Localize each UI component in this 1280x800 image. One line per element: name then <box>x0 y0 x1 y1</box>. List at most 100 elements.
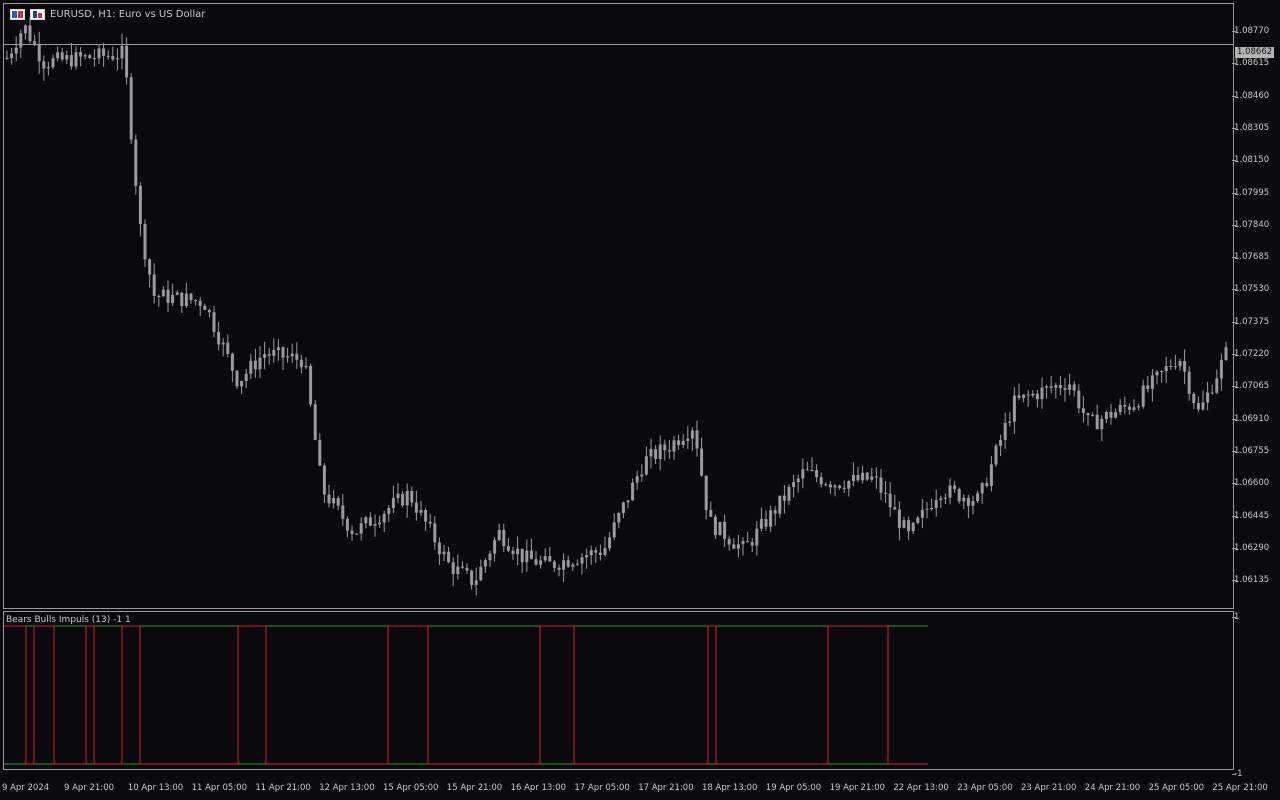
candle-body <box>580 557 584 564</box>
candle-body <box>520 548 524 563</box>
candle-body <box>511 550 515 555</box>
time-axis-tick: 17 Apr 05:00 <box>574 783 630 793</box>
candle-body <box>856 474 860 481</box>
candle-body <box>318 439 322 466</box>
candle-body <box>180 292 184 307</box>
candle-body <box>626 500 630 503</box>
candle-body <box>134 139 138 186</box>
time-axis-tick: 9 Apr 21:00 <box>64 783 115 793</box>
price-axis-tick: 1.06135 <box>1231 575 1270 586</box>
price-axis-tick: 1.08460 <box>1231 90 1270 101</box>
candle-body <box>373 524 377 526</box>
candle-body <box>566 560 570 567</box>
candle-body <box>295 353 299 360</box>
candle-body <box>240 380 244 387</box>
candle-body <box>782 495 786 501</box>
time-axis-tick: 11 Apr 21:00 <box>255 783 311 793</box>
candle-body <box>447 551 451 563</box>
candle-body <box>1114 412 1118 418</box>
candle-body <box>723 521 727 539</box>
candle-body <box>598 552 602 555</box>
candle-body <box>56 52 60 59</box>
candle-body <box>672 440 676 452</box>
candle-body <box>861 472 865 481</box>
candle-body <box>686 438 690 442</box>
candle-body <box>930 508 934 510</box>
candle-body <box>916 517 920 523</box>
candle-body <box>962 497 966 502</box>
candle-body <box>387 508 391 514</box>
candle-body <box>79 52 83 57</box>
candle-body <box>14 47 18 54</box>
candle-body <box>428 521 432 524</box>
time-axis-tick: 15 Apr 21:00 <box>446 783 503 793</box>
candle-body <box>249 360 253 374</box>
candle-body <box>1201 402 1205 410</box>
candle-body <box>1091 414 1095 416</box>
candle-body <box>764 519 768 527</box>
candle-body <box>148 259 152 275</box>
candle-body <box>727 538 731 545</box>
candle-body <box>801 469 805 479</box>
candle-body <box>424 510 428 522</box>
candle-body <box>897 509 901 528</box>
candle-body <box>244 373 248 381</box>
candle-body <box>1160 370 1164 372</box>
candle-body <box>92 58 96 60</box>
candle-body <box>166 289 170 303</box>
price-axis-tick: 1.06600 <box>1231 478 1270 489</box>
candle-body <box>1049 386 1053 388</box>
candle-body <box>562 560 566 570</box>
price-axis-tick: 1.07995 <box>1231 187 1270 198</box>
candle-body <box>681 441 685 445</box>
candle-body <box>1003 422 1007 441</box>
depth-of-market-icon[interactable] <box>30 9 45 20</box>
candle-body <box>1206 392 1210 403</box>
candle-body <box>364 517 368 524</box>
price-chart-pane[interactable]: EURUSD, H1: Euro vs US Dollar <box>3 3 1234 609</box>
time-axis-tick: 23 Apr 21:00 <box>1021 783 1077 793</box>
candle-body <box>281 347 285 358</box>
candle-body <box>865 472 869 480</box>
candle-body <box>138 185 142 225</box>
candle-body <box>497 529 501 541</box>
candle-body <box>456 566 460 574</box>
candle-body <box>355 533 359 535</box>
indicator-pane[interactable]: Bears Bulls Impuls (13) -1 1 <box>3 611 1234 770</box>
candle-body <box>851 474 855 482</box>
candle-body <box>502 529 506 547</box>
candle-body <box>957 489 961 502</box>
candle-body <box>654 449 658 459</box>
candlestick-chart[interactable] <box>4 4 1233 608</box>
time-axis[interactable]: 9 Apr 2024 9 Apr 21:00 10 Apr 13:00 11 Apr … <box>0 781 1280 800</box>
indicator-label: Bears Bulls Impuls (13) -1 1 <box>6 615 131 625</box>
trade-panel-icon[interactable] <box>10 9 25 20</box>
candle-body <box>589 550 593 556</box>
candle-body <box>437 542 441 555</box>
candle-body <box>299 359 303 368</box>
candle-body <box>778 495 782 514</box>
candle-body <box>612 522 616 538</box>
candle-body <box>1123 405 1127 407</box>
candle-body <box>1077 390 1081 409</box>
candle-body <box>1045 386 1049 388</box>
time-axis-tick: 25 Apr 05:00 <box>1148 783 1205 793</box>
candle-body <box>493 540 497 554</box>
candle-body <box>575 563 579 565</box>
candle-body <box>230 353 234 371</box>
candle-body <box>410 491 414 503</box>
indicator-chart[interactable] <box>4 612 1233 769</box>
candle-body <box>920 509 924 518</box>
candle-body <box>1058 385 1062 389</box>
price-axis[interactable]: 1.08770 1.08615 1.08460 1.08305 1.08150 1.079… <box>1231 0 1280 800</box>
candle-body <box>769 510 773 527</box>
candle-body <box>419 510 423 513</box>
candle-body <box>635 476 639 483</box>
candle-body <box>1178 361 1182 367</box>
candle-body <box>465 567 469 571</box>
indicator-axis-tick: 1 <box>1231 612 1240 622</box>
price-axis-tick: 1.07530 <box>1231 284 1270 295</box>
candle-body <box>750 542 754 546</box>
time-axis-tick: 11 Apr 05:00 <box>191 783 248 793</box>
candle-body <box>483 560 487 567</box>
